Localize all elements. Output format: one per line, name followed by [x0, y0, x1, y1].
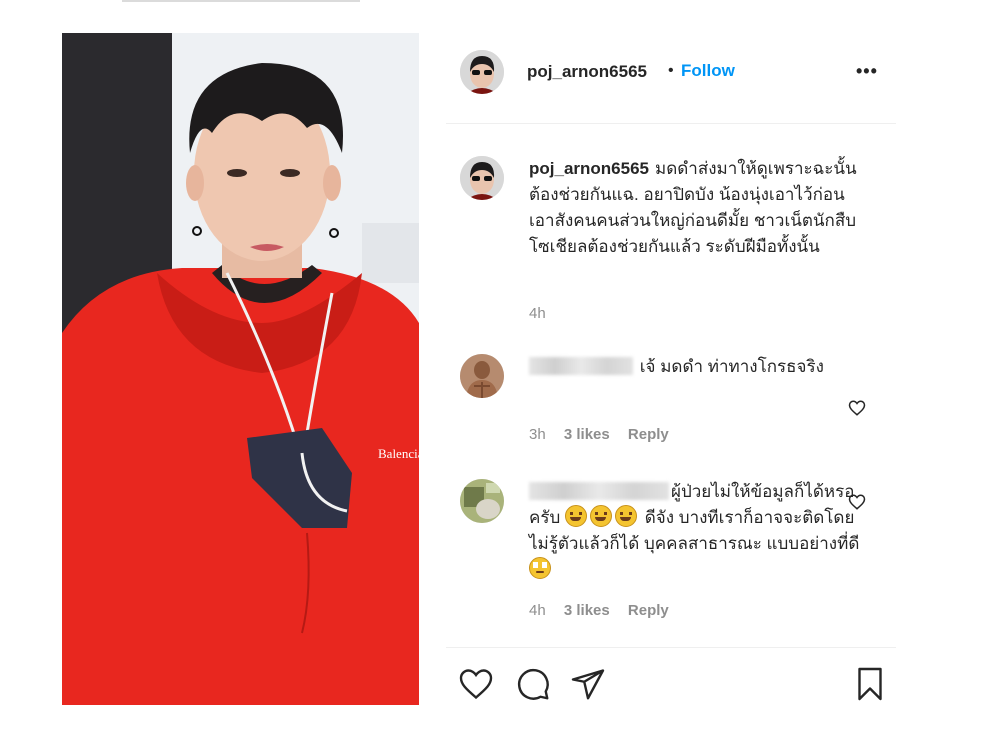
- comment-like-heart-icon[interactable]: [848, 493, 866, 511]
- laughing-emoji-icon: [615, 505, 638, 527]
- bookmark-icon[interactable]: [852, 666, 888, 702]
- caption-time[interactable]: 4h: [529, 305, 546, 322]
- post-side-panel: poj_arnon6565 • Follow ••• poj_arnon6565…: [446, 33, 896, 713]
- caption-meta: 4h: [529, 305, 560, 322]
- hoodie-print-text: Balenciaga: [378, 446, 419, 461]
- comment-time[interactable]: 4h: [529, 602, 546, 619]
- commenter-avatar[interactable]: [460, 479, 504, 523]
- comment-item: ผู้ป่วยไม่ให้ข้อมูลก็ได้หรอครับ ดีจัง บา…: [446, 479, 896, 629]
- comment-text: เจ้ มดดำ ท่าทางโกรธจริง: [639, 357, 824, 376]
- paper-plane-icon[interactable]: [570, 666, 606, 702]
- commenter-avatar[interactable]: [460, 354, 504, 398]
- comment-time[interactable]: 3h: [529, 426, 546, 443]
- comment-likes[interactable]: 3 likes: [564, 426, 610, 443]
- follow-button[interactable]: Follow: [681, 61, 735, 81]
- comment-text-block: เจ้ มดดำ ท่าทางโกรธจริง: [529, 354, 869, 380]
- comment-meta: 4h 3 likes Reply: [529, 602, 683, 619]
- post-photo[interactable]: Balenciaga: [62, 33, 419, 705]
- separator-dot: •: [668, 62, 674, 79]
- more-options-icon[interactable]: •••: [856, 61, 878, 82]
- comment-like-heart-icon[interactable]: [848, 399, 866, 417]
- comment-likes[interactable]: 3 likes: [564, 602, 610, 619]
- laughing-emoji-icon: [565, 505, 588, 527]
- comment-item: เจ้ มดดำ ท่าทางโกรธจริง 3h 3 likes Reply: [446, 354, 896, 454]
- reply-button[interactable]: Reply: [628, 602, 669, 619]
- blurred-username: [529, 482, 669, 500]
- author-avatar[interactable]: [460, 50, 504, 94]
- post-header: poj_arnon6565 • Follow •••: [446, 33, 896, 124]
- comment-icon[interactable]: [515, 666, 551, 702]
- heart-icon[interactable]: [458, 666, 494, 702]
- reply-button[interactable]: Reply: [628, 426, 669, 443]
- top-divider: [122, 0, 360, 2]
- author-username[interactable]: poj_arnon6565: [527, 62, 647, 82]
- post-action-bar: [446, 647, 896, 708]
- eye-roll-emoji-icon: [529, 557, 551, 579]
- comment-text-block: ผู้ป่วยไม่ให้ข้อมูลก็ได้หรอครับ ดีจัง บา…: [529, 479, 869, 583]
- caption-avatar[interactable]: [460, 156, 504, 200]
- blurred-username: [529, 357, 633, 375]
- comment-meta: 3h 3 likes Reply: [529, 426, 683, 443]
- laughing-emoji-icon: [590, 505, 613, 527]
- caption: poj_arnon6565 มดดำส่งมาให้ดูเพราะฉะนั้นต้…: [446, 156, 896, 326]
- caption-text-block: poj_arnon6565 มดดำส่งมาให้ดูเพราะฉะนั้นต้…: [529, 156, 869, 260]
- caption-username[interactable]: poj_arnon6565: [529, 159, 649, 178]
